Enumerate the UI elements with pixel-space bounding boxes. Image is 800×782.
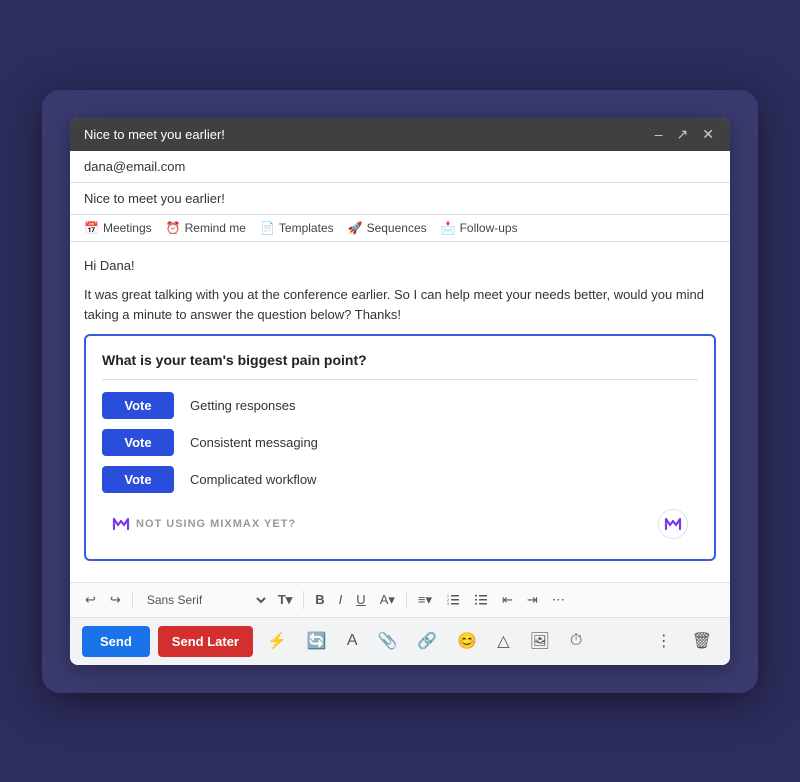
to-address: dana@email.com [84, 159, 185, 174]
title-bar: Nice to meet you earlier! – ↗ ✕ [70, 118, 730, 151]
templates-button[interactable]: 📄 Templates [260, 221, 334, 235]
text-color-button[interactable]: A [341, 628, 364, 654]
vote-button-1[interactable]: Vote [102, 392, 174, 419]
templates-icon: 📄 [260, 221, 275, 235]
sequences-button[interactable]: 🚀 Sequences [348, 221, 427, 235]
separator-3 [406, 591, 407, 609]
vote-button-3[interactable]: Vote [102, 466, 174, 493]
outer-container: Nice to meet you earlier! – ↗ ✕ dana@ema… [42, 90, 758, 693]
close-button[interactable]: ✕ [700, 126, 716, 143]
feature-toolbar: 📅 Meetings ⏰ Remind me 📄 Templates 🚀 Seq… [70, 215, 730, 242]
mixmax-m-icon [664, 515, 682, 533]
meetings-icon: 📅 [84, 221, 99, 235]
format-toolbar: ↩ ↪ Sans Serif Arial Times New Roman Cou… [70, 582, 730, 617]
action-bar: Send Send Later ⚡ 🔄 A 📎 🔗 😊 △ 🖼 ⏱ ⋮ 🗑 [70, 617, 730, 665]
undo-button[interactable]: ↩ [80, 589, 101, 611]
subject-field: Nice to meet you earlier! [70, 183, 730, 215]
title-bar-controls: – ↗ ✕ [653, 126, 716, 143]
mixmax-brand: NOT USING MIXMAX YET? [112, 515, 296, 533]
italic-button[interactable]: I [334, 589, 348, 610]
link-button[interactable]: 🔗 [411, 627, 443, 655]
maximize-button[interactable]: ↗ [675, 126, 691, 143]
poll-question: What is your team's biggest pain point? [102, 350, 698, 380]
window-title: Nice to meet you earlier! [84, 127, 225, 142]
attachment-button[interactable]: 📎 [372, 627, 404, 655]
bold-button[interactable]: B [310, 589, 329, 610]
underline-button[interactable]: U [351, 589, 370, 610]
increase-indent-button[interactable]: ⇥ [522, 589, 543, 611]
templates-label: Templates [279, 221, 334, 235]
svg-text:3: 3 [447, 602, 449, 606]
ol-icon: 1 2 3 [446, 593, 460, 607]
ordered-list-button[interactable]: 1 2 3 [441, 590, 465, 610]
poll-option-1: Vote Getting responses [102, 392, 698, 419]
body-text: It was great talking with you at the con… [84, 285, 716, 324]
remind-icon: ⏰ [166, 221, 181, 235]
image-button[interactable]: 🖼 [524, 627, 556, 655]
mixmax-footer: NOT USING MIXMAX YET? [102, 503, 698, 545]
poll-option-text-1: Getting responses [190, 396, 296, 416]
to-field: dana@email.com [70, 151, 730, 183]
body-greeting: Hi Dana! [84, 256, 716, 276]
more-format-button[interactable]: ⋯ [547, 589, 570, 611]
schedule-button[interactable]: 🔄 [301, 627, 333, 655]
remind-me-label: Remind me [185, 221, 246, 235]
sequences-icon: 🚀 [348, 221, 363, 235]
follow-ups-label: Follow-ups [460, 221, 518, 235]
follow-ups-button[interactable]: 📩 Follow-ups [441, 221, 518, 235]
decrease-indent-button[interactable]: ⇤ [497, 589, 518, 611]
drive-button[interactable]: △ [491, 627, 515, 655]
poll-option-3: Vote Complicated workflow [102, 466, 698, 493]
send-button[interactable]: Send [82, 626, 150, 657]
ul-icon [474, 593, 488, 607]
minimize-button[interactable]: – [653, 126, 665, 142]
timer-button[interactable]: ⏱ [564, 628, 588, 654]
meetings-button[interactable]: 📅 Meetings [84, 221, 152, 235]
follow-ups-icon: 📩 [441, 221, 456, 235]
more-options-button[interactable]: ⋮ [650, 627, 678, 655]
sequences-label: Sequences [367, 221, 427, 235]
separator-1 [132, 591, 133, 609]
email-body: Hi Dana! It was great talking with you a… [70, 242, 730, 582]
align-button[interactable]: ≡▾ [413, 589, 437, 611]
font-color-button[interactable]: A▾ [375, 589, 400, 611]
mixmax-cta-text: NOT USING MIXMAX YET? [136, 516, 296, 533]
separator-2 [303, 591, 304, 609]
poll-option-2: Vote Consistent messaging [102, 429, 698, 456]
font-family-select[interactable]: Sans Serif Arial Times New Roman Courier [139, 590, 269, 610]
mixmax-logo-icon [112, 515, 130, 533]
unordered-list-button[interactable] [469, 590, 493, 610]
remind-me-button[interactable]: ⏰ Remind me [166, 221, 246, 235]
meetings-label: Meetings [103, 221, 152, 235]
poll-widget: What is your team's biggest pain point? … [84, 334, 716, 561]
subject-text: Nice to meet you earlier! [84, 191, 225, 206]
delete-button[interactable]: 🗑 [686, 627, 718, 655]
redo-button[interactable]: ↪ [105, 589, 126, 611]
compose-window: Nice to meet you earlier! – ↗ ✕ dana@ema… [70, 118, 730, 665]
poll-option-text-3: Complicated workflow [190, 470, 316, 490]
mixmax-badge-icon [658, 509, 688, 539]
emoji-button[interactable]: 😊 [451, 627, 483, 655]
send-later-button[interactable]: Send Later [158, 626, 253, 657]
font-size-button[interactable]: T▾ [273, 589, 297, 611]
vote-button-2[interactable]: Vote [102, 429, 174, 456]
poll-option-text-2: Consistent messaging [190, 433, 318, 453]
lightning-button[interactable]: ⚡ [261, 627, 293, 655]
